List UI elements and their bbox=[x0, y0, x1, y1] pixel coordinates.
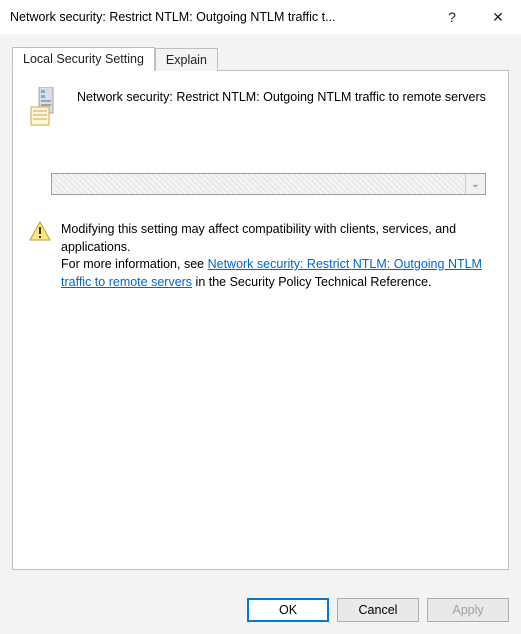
titlebar: Network security: Restrict NTLM: Outgoin… bbox=[0, 0, 521, 34]
policy-header: Network security: Restrict NTLM: Outgoin… bbox=[29, 87, 492, 127]
chevron-down-icon: ⌄ bbox=[465, 174, 485, 194]
ok-button[interactable]: OK bbox=[247, 598, 329, 622]
tab-strip: Local Security Setting Explain bbox=[12, 46, 509, 70]
tab-panel: Network security: Restrict NTLM: Outgoin… bbox=[12, 70, 509, 570]
cancel-button[interactable]: Cancel bbox=[337, 598, 419, 622]
window-title: Network security: Restrict NTLM: Outgoin… bbox=[10, 10, 429, 24]
dropdown-container: ⌄ bbox=[51, 173, 486, 195]
warning-row: Modifying this setting may affect compat… bbox=[29, 221, 492, 291]
policy-value-dropdown[interactable]: ⌄ bbox=[51, 173, 486, 195]
help-button[interactable]: ? bbox=[429, 0, 475, 34]
warning-line1: Modifying this setting may affect compat… bbox=[61, 222, 456, 254]
dialog-buttons: OK Cancel Apply bbox=[247, 598, 509, 622]
warning-more-prefix: For more information, see bbox=[61, 257, 208, 271]
warning-text: Modifying this setting may affect compat… bbox=[61, 221, 492, 291]
tab-explain[interactable]: Explain bbox=[155, 48, 218, 71]
server-policy-icon bbox=[29, 87, 65, 127]
apply-button[interactable]: Apply bbox=[427, 598, 509, 622]
tab-local-security-setting[interactable]: Local Security Setting bbox=[12, 47, 155, 71]
close-button[interactable]: ✕ bbox=[475, 0, 521, 34]
client-area: Local Security Setting Explain Network s… bbox=[0, 34, 521, 634]
warning-icon bbox=[29, 221, 51, 241]
warning-more-suffix: in the Security Policy Technical Referen… bbox=[192, 275, 431, 289]
dropdown-field bbox=[52, 174, 465, 194]
policy-title: Network security: Restrict NTLM: Outgoin… bbox=[77, 87, 486, 106]
